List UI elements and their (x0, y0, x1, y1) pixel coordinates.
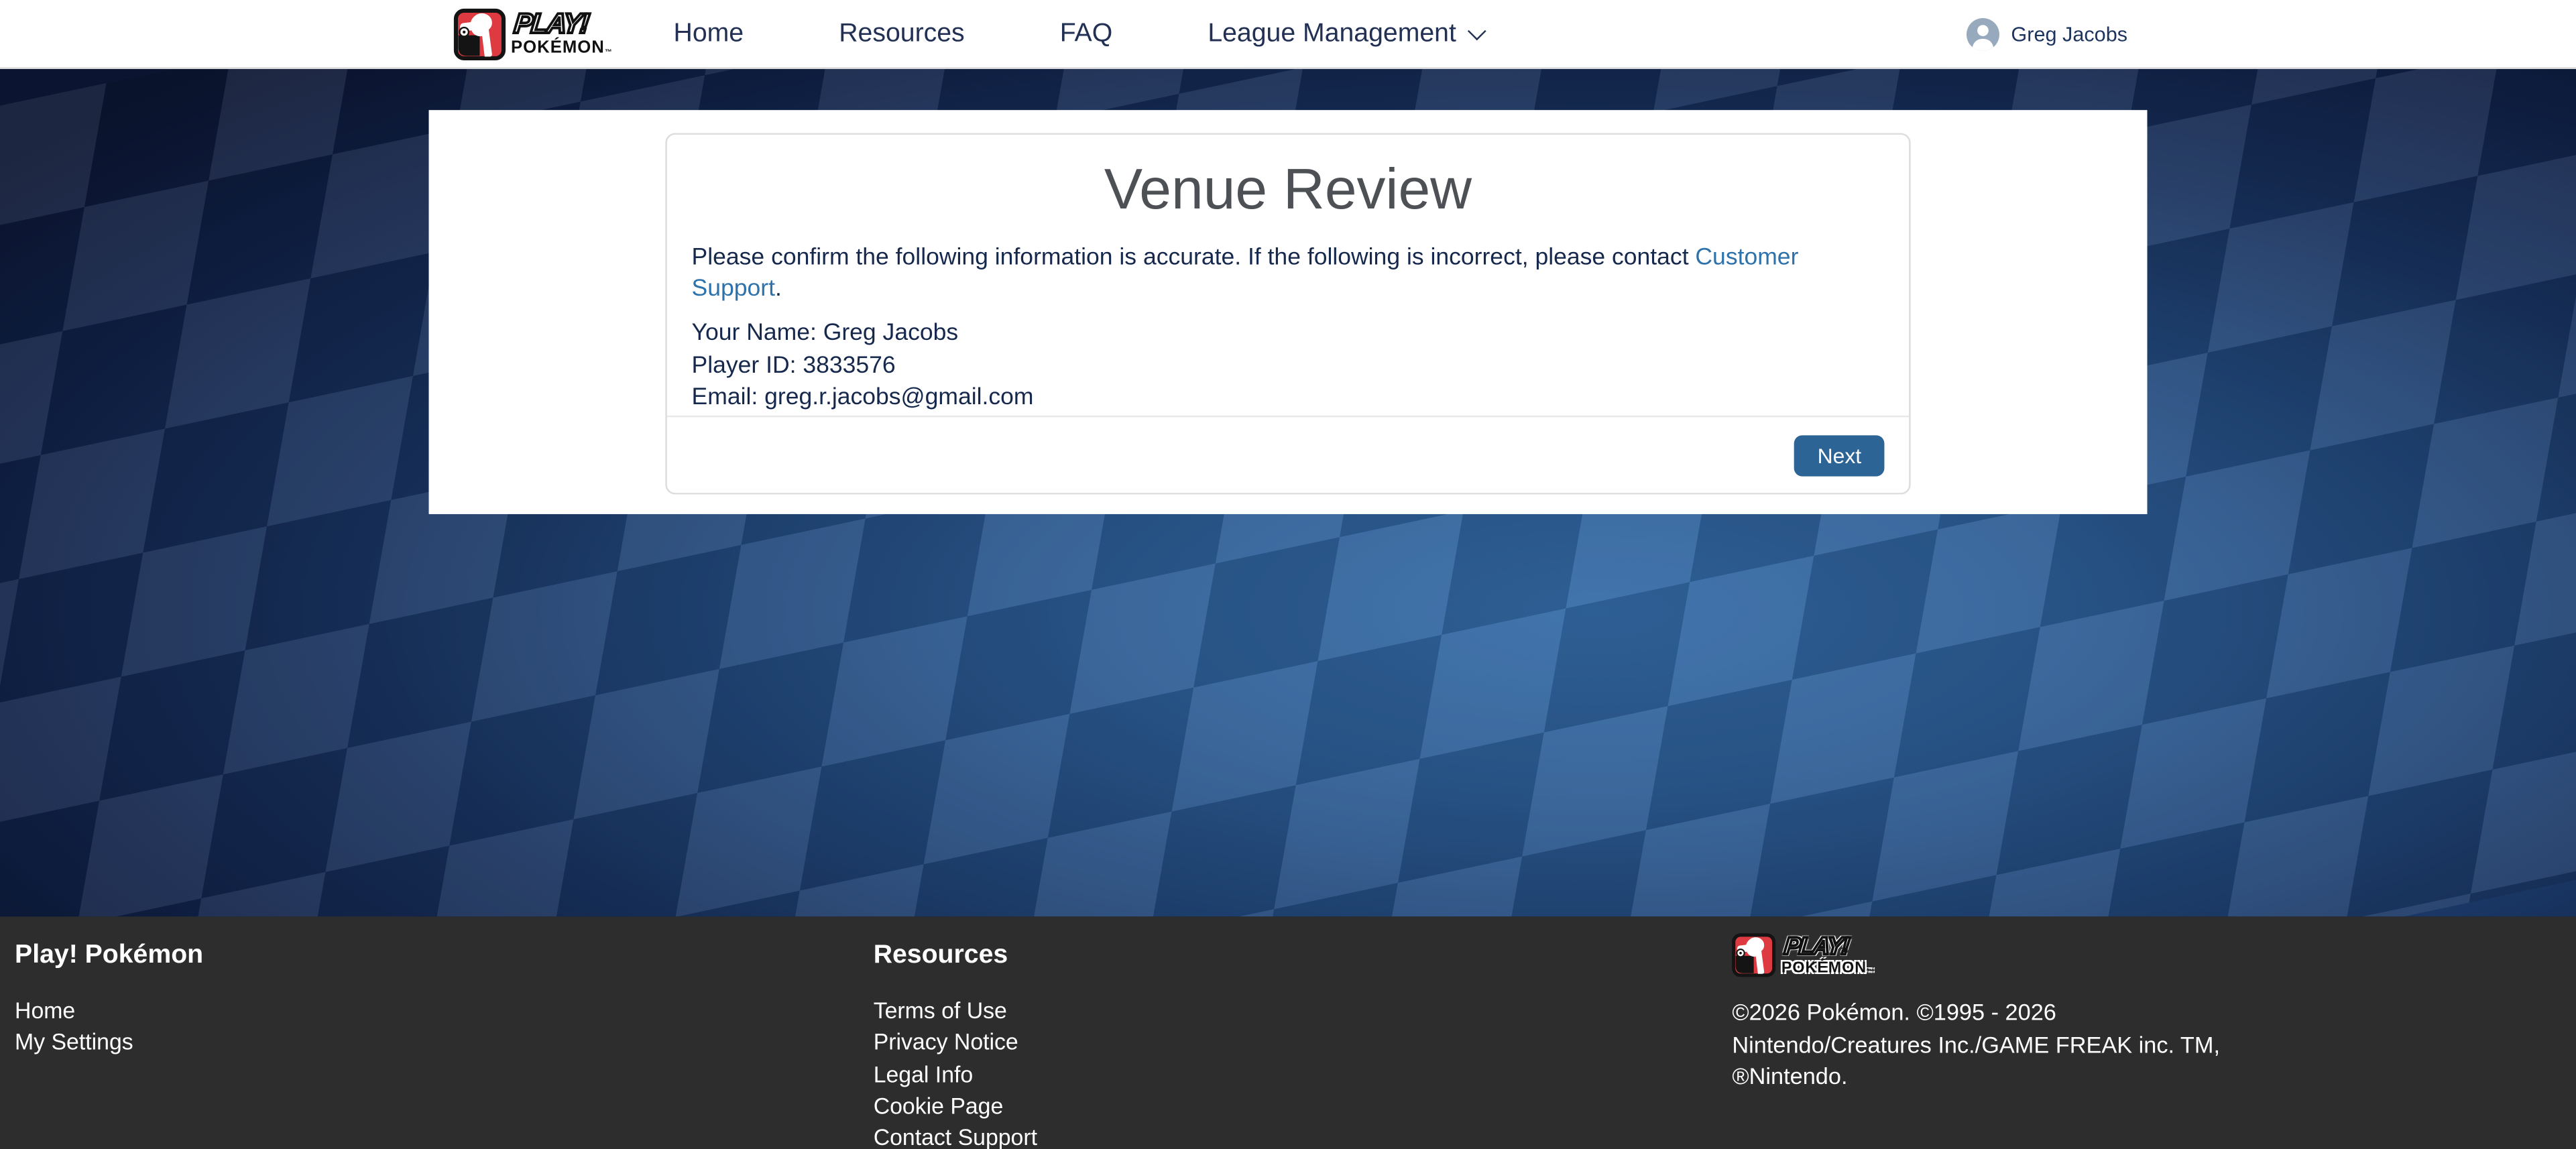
player-info: Your Name:Greg Jacobs Player ID:3833576 … (692, 318, 1885, 416)
footer-link-terms-of-use[interactable]: Terms of Use (874, 995, 1007, 1027)
footer-link-privacy-notice[interactable]: Privacy Notice (874, 1027, 1018, 1059)
venue-review-card: Venue Review Please confirm the followin… (665, 133, 1910, 494)
nav-item-faq[interactable]: FAQ (1060, 19, 1112, 48)
footer-col-play-pokemon: Play! Pokémon Home My Settings (0, 916, 859, 1149)
brand-play-text: PLAY! (1780, 934, 1876, 959)
nav-item-league-management[interactable]: League Management (1208, 19, 1484, 48)
page-title: Venue Review (692, 161, 1885, 219)
chevron-down-icon (1468, 21, 1487, 40)
confirm-notice: Please confirm the following information… (692, 243, 1885, 306)
footer-heading: Resources (874, 941, 1701, 969)
brand-logo[interactable]: PLAY! POKÉMON™ (453, 7, 613, 60)
copyright: ©2026 Pokémon. ©1995 - 2026 Nintendo/Cre… (1732, 997, 2559, 1093)
brand-tm-mark: ™ (1867, 967, 1875, 975)
nav-item-resources[interactable]: Resources (839, 19, 964, 48)
nav-item-home[interactable]: Home (674, 19, 744, 48)
footer-brand-logo: PLAY! POKÉMON™ (1732, 933, 2559, 977)
play-pokemon-icon (1732, 933, 1776, 977)
field-player-id: Player ID:3833576 (692, 351, 1885, 383)
nav-item-label: League Management (1208, 19, 1456, 48)
field-label: Your Name: (692, 320, 817, 347)
footer-col-resources: Resources Terms of Use Privacy Notice Le… (859, 916, 1718, 1149)
brand-pokemon-text: POKÉMON™ (1781, 961, 1875, 976)
notice-period: . (775, 276, 782, 302)
brand-wordmark: PLAY! POKÉMON™ (1781, 934, 1875, 976)
footer-link-cookie-page[interactable]: Cookie Page (874, 1091, 1004, 1122)
footer-link-contact-support[interactable]: Contact Support (874, 1122, 1037, 1149)
brand-pokemon-text: POKÉMON™ (511, 40, 613, 57)
top-nav: PLAY! POKÉMON™ Home Resources FAQ League… (0, 0, 2576, 69)
field-label: Email: (692, 385, 758, 411)
footer-heading: Play! Pokémon (15, 941, 842, 969)
field-value: 3833576 (803, 353, 895, 379)
user-name: Greg Jacobs (2011, 22, 2127, 45)
field-label: Player ID: (692, 353, 797, 379)
brand-pokemon-word: POKÉMON (1781, 959, 1867, 977)
footer-col-legal: PLAY! POKÉMON™ ©2026 Pokémon. ©1995 - 20… (1717, 916, 2576, 1149)
footer: Play! Pokémon Home My Settings Resources… (0, 916, 2576, 1149)
page: PLAY! POKÉMON™ Home Resources FAQ League… (0, 0, 2576, 1149)
copyright-line: ®Nintendo. (1732, 1061, 2559, 1093)
brand-play-text: PLAY! (510, 10, 614, 38)
field-your-name: Your Name:Greg Jacobs (692, 318, 1885, 351)
content-panel: Venue Review Please confirm the followin… (429, 110, 2148, 514)
brand-pokemon-word: POKÉMON (511, 38, 605, 58)
footer-link-my-settings[interactable]: My Settings (15, 1027, 133, 1059)
avatar-icon (1967, 17, 1999, 50)
footer-link-home[interactable]: Home (15, 995, 75, 1027)
notice-text: Please confirm the following information… (692, 245, 1689, 271)
user-menu[interactable]: Greg Jacobs (1967, 17, 2127, 50)
copyright-line: ©2026 Pokémon. ©1995 - 2026 (1732, 997, 2559, 1029)
field-value: Greg Jacobs (823, 320, 958, 347)
brand-wordmark: PLAY! POKÉMON™ (511, 10, 613, 57)
footer-link-legal-info[interactable]: Legal Info (874, 1059, 974, 1090)
field-email: Email:greg.r.jacobs@gmail.com (692, 383, 1885, 416)
copyright-line: Nintendo/Creatures Inc./GAME FREAK inc. … (1732, 1029, 2559, 1061)
card-actions: Next (667, 418, 1909, 495)
field-value: greg.r.jacobs@gmail.com (764, 385, 1033, 411)
nav-links: Home Resources FAQ League Management (674, 19, 1484, 48)
nav-container: PLAY! POKÉMON™ Home Resources FAQ League… (429, 0, 2148, 67)
card-body: Venue Review Please confirm the followin… (667, 135, 1909, 418)
next-button[interactable]: Next (1794, 436, 1884, 477)
brand-tm-mark: ™ (605, 48, 613, 56)
play-pokemon-icon (453, 7, 506, 60)
